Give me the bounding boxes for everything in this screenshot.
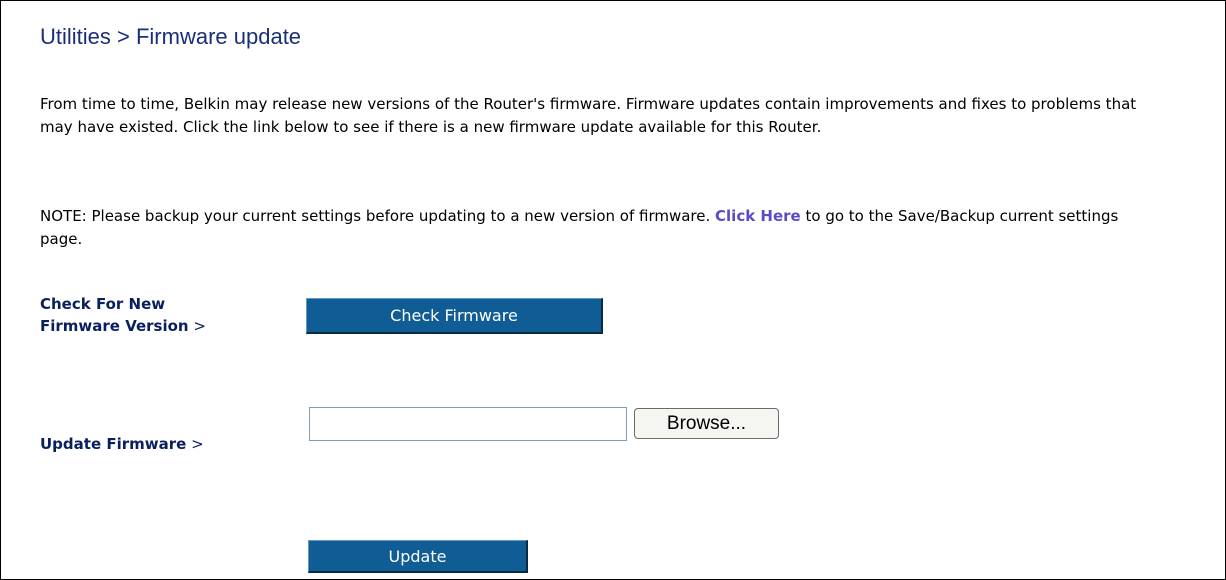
check-firmware-label: Check For New Firmware Version >	[40, 293, 206, 337]
note-text: NOTE: Please backup your current setting…	[40, 205, 1160, 251]
intro-text: From time to time, Belkin may release ne…	[40, 95, 1137, 136]
check-label-line2: Firmware Version	[40, 317, 189, 335]
page-frame	[0, 0, 1226, 580]
update-label-text: Update Firmware	[40, 435, 187, 453]
check-label-line1: Check For New	[40, 295, 166, 313]
browse-button[interactable]: Browse...	[634, 408, 779, 439]
update-button[interactable]: Update	[308, 540, 528, 573]
update-firmware-label: Update Firmware >	[40, 433, 204, 455]
note-text-before: NOTE: Please backup your current setting…	[40, 207, 716, 225]
backup-settings-link[interactable]: Click Here	[715, 207, 801, 225]
update-label-arrow: >	[186, 435, 204, 453]
check-label-arrow: >	[188, 317, 206, 335]
check-firmware-button[interactable]: Check Firmware	[306, 298, 603, 334]
page-title: Utilities > Firmware update	[40, 24, 302, 49]
firmware-file-field[interactable]	[309, 407, 627, 441]
